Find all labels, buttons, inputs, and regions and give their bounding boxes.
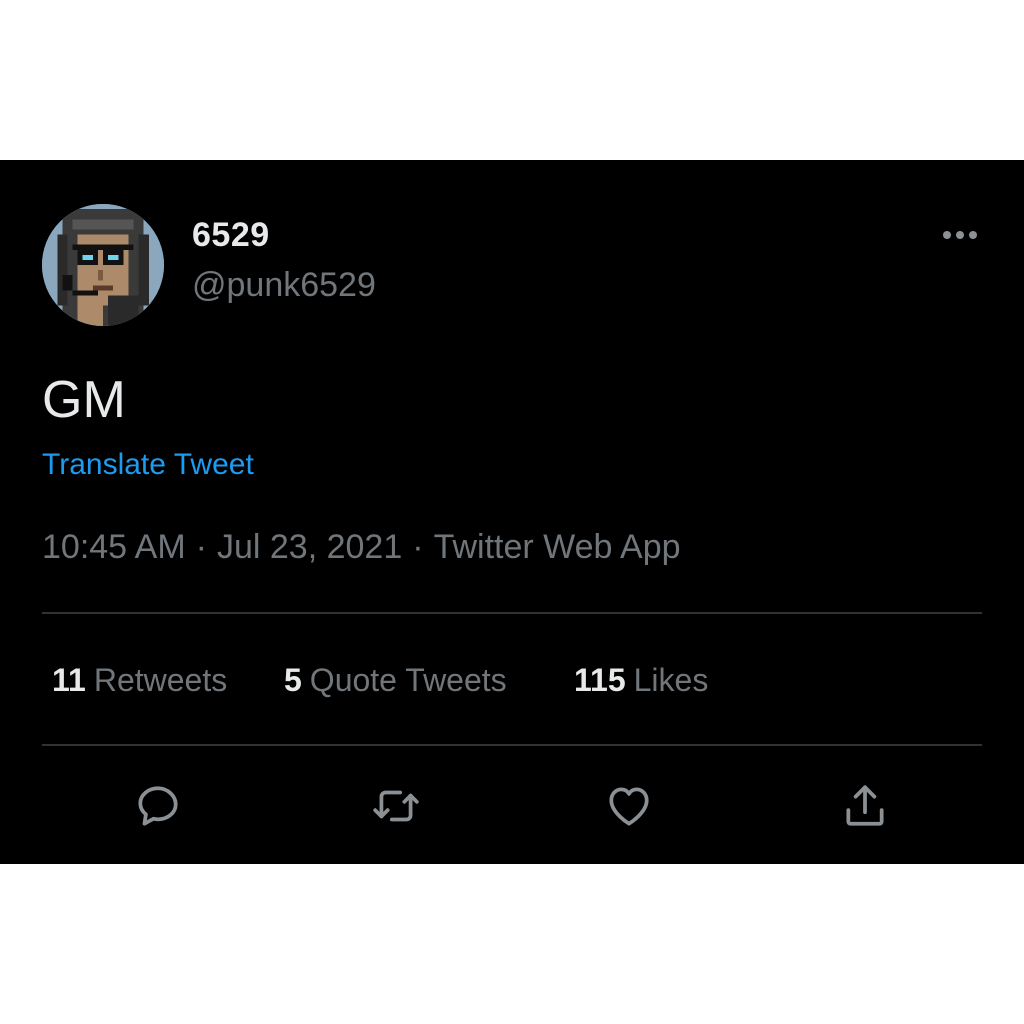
tweet-card: 6529 @punk6529 GM Translate Tweet 10:45 … — [0, 160, 1024, 864]
author-handle[interactable]: @punk6529 — [192, 266, 376, 305]
tweet-date[interactable]: Jul 23, 2021 — [217, 528, 402, 566]
more-dot — [956, 231, 964, 239]
share-button[interactable] — [837, 778, 893, 834]
quote-tweets-label: Quote Tweets — [309, 662, 507, 698]
likes-stat[interactable]: 115 Likes — [574, 662, 708, 699]
pixel-punk-avatar-icon — [42, 204, 164, 326]
meta-separator: · — [195, 528, 207, 566]
author-display-name[interactable]: 6529 — [192, 216, 270, 255]
more-options-button[interactable] — [936, 220, 984, 250]
retweets-label: Retweets — [93, 662, 228, 698]
like-button[interactable] — [601, 778, 657, 834]
likes-label: Likes — [633, 662, 709, 698]
translate-tweet-link[interactable]: Translate Tweet — [42, 448, 254, 482]
retweets-stat[interactable]: 11 Retweets — [52, 662, 227, 699]
more-dot — [969, 231, 977, 239]
heart-icon — [609, 787, 649, 826]
tweet-text: GM — [42, 371, 126, 429]
meta-separator: · — [412, 528, 424, 566]
more-horizontal-icon — [943, 231, 951, 239]
divider — [42, 612, 982, 614]
quote-tweets-count: 5 — [284, 662, 302, 698]
retweet-arrows-icon — [373, 790, 419, 822]
likes-count: 115 — [574, 662, 626, 698]
retweets-count: 11 — [52, 662, 86, 698]
author-avatar[interactable] — [42, 204, 164, 326]
tweet-metadata: 10:45 AM · Jul 23, 2021 · Twitter Web App — [42, 528, 681, 567]
speech-bubble-icon — [138, 786, 178, 826]
divider — [42, 744, 982, 746]
share-upload-icon — [846, 785, 884, 826]
quote-tweets-stat[interactable]: 5 Quote Tweets — [284, 662, 507, 699]
tweet-source[interactable]: Twitter Web App — [434, 528, 681, 566]
retweet-button[interactable] — [368, 778, 424, 834]
tweet-time[interactable]: 10:45 AM — [42, 528, 186, 566]
reply-button[interactable] — [130, 778, 186, 834]
